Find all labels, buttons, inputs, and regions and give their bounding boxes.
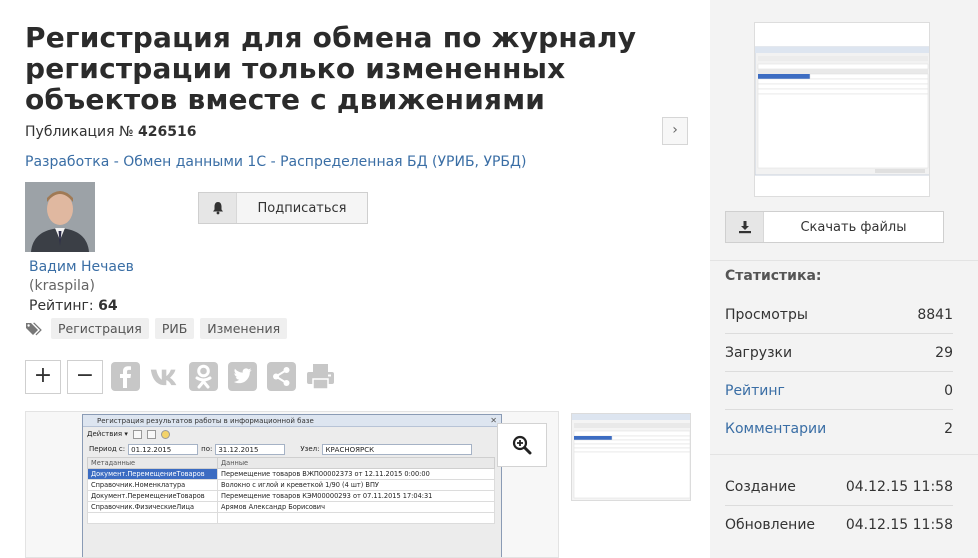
stat-rating: Рейтинг 0 bbox=[725, 372, 953, 410]
stat-rating-link[interactable]: Рейтинг bbox=[725, 383, 785, 399]
screenshot-tool-icon bbox=[132, 429, 142, 439]
stats-divider bbox=[710, 454, 978, 455]
subscribe-button[interactable]: Подписаться bbox=[198, 192, 368, 224]
zoom-in-button[interactable]: + bbox=[25, 360, 61, 394]
magnify-plus-icon bbox=[512, 435, 532, 455]
table-cell: Арямов Александр Борисович bbox=[217, 501, 495, 513]
screenshot-table-header: Метаданные Данные bbox=[87, 457, 495, 469]
table-cell bbox=[87, 512, 218, 524]
stat-comments: Комментарии 2 bbox=[725, 410, 953, 448]
author-rating: Рейтинг: 64 bbox=[29, 298, 118, 314]
screenshot-title: Регистрация результатов работы в информа… bbox=[97, 416, 314, 425]
screenshot-filters: Период с: 01.12.2015 по: 31.12.2015 Узел… bbox=[83, 441, 501, 457]
table-cell: Справочник.Номенклатура bbox=[87, 479, 218, 491]
subscribe-label: Подписаться bbox=[257, 200, 347, 216]
stat-label: Создание bbox=[725, 478, 796, 495]
table-cell: Документ.ПеремещениеТоваров bbox=[87, 490, 218, 502]
page-title: Регистрация для обмена по журналу регист… bbox=[25, 21, 637, 116]
stat-label: Просмотры bbox=[725, 306, 808, 323]
table-row: Документ.ПеремещениеТоваров Перемещение … bbox=[87, 490, 495, 502]
stat-label: Загрузки bbox=[725, 344, 793, 361]
stat-downloads: Загрузки 29 bbox=[725, 334, 953, 372]
download-label: Скачать файлы bbox=[800, 219, 907, 235]
publication-number-value: 426516 bbox=[138, 124, 197, 140]
cover-thumbnail[interactable] bbox=[754, 22, 930, 197]
breadcrumb[interactable]: Разработка - Обмен данными 1С - Распреде… bbox=[25, 154, 526, 170]
stat-value: 0 bbox=[944, 382, 953, 399]
table-row: Документ.ПеремещениеТоваров Перемещение … bbox=[87, 468, 495, 480]
author-name[interactable]: Вадим Нечаев bbox=[29, 259, 134, 275]
stat-views: Просмотры 8841 bbox=[725, 296, 953, 334]
download-icon bbox=[726, 212, 764, 242]
main-content: Регистрация для обмена по журналу регист… bbox=[0, 0, 710, 558]
download-files-button[interactable]: Скачать файлы bbox=[725, 211, 944, 243]
screenshot-thumbnail[interactable] bbox=[571, 413, 691, 501]
share-icon[interactable] bbox=[266, 360, 297, 392]
screenshot-col-data: Данные bbox=[217, 457, 495, 469]
stat-label: Обновление bbox=[725, 517, 816, 533]
cover-preview-image bbox=[755, 23, 929, 196]
author-rating-label: Рейтинг: bbox=[29, 298, 94, 314]
thumbnail-preview-image bbox=[572, 414, 690, 500]
tag-item[interactable]: РИБ bbox=[154, 318, 195, 339]
stats-divider bbox=[710, 260, 978, 261]
table-cell: Перемещение товаров ВЖП00002373 от 12.11… bbox=[217, 468, 495, 480]
screenshot-tool-icon bbox=[146, 429, 156, 439]
screenshot-node-value: КРАСНОЯРСК bbox=[322, 443, 473, 455]
avatar[interactable] bbox=[25, 182, 95, 252]
author-login: (kraspila) bbox=[29, 278, 95, 294]
screenshot-period-to-label: по: bbox=[201, 445, 213, 453]
print-icon[interactable] bbox=[305, 360, 336, 392]
stat-value: 04.12.15 11:58 bbox=[845, 478, 953, 495]
next-arrow-button[interactable]: › bbox=[662, 117, 688, 145]
table-cell: Справочник.ФизическиеЛица bbox=[87, 501, 218, 513]
screenshot-table: Метаданные Данные Документ.ПеремещениеТо… bbox=[87, 457, 495, 524]
vk-icon[interactable] bbox=[149, 360, 180, 392]
screenshot-col-meta: Метаданные bbox=[87, 457, 218, 469]
screenshot-viewer[interactable]: Регистрация результатов работы в информа… bbox=[25, 411, 559, 558]
tag-item[interactable]: Регистрация bbox=[51, 318, 149, 339]
tag-item[interactable]: Изменения bbox=[200, 318, 288, 339]
table-cell: Документ.ПеремещениеТоваров bbox=[87, 468, 218, 480]
stat-comments-link[interactable]: Комментарии bbox=[725, 421, 826, 437]
stat-created: Создание 04.12.15 11:58 bbox=[725, 468, 953, 506]
stat-updated: Обновление 04.12.15 11:58 bbox=[725, 506, 953, 544]
tag-list: Регистрация РИБ Изменения bbox=[25, 318, 288, 339]
twitter-icon[interactable] bbox=[227, 360, 258, 392]
table-cell: Перемещение товаров КЭМ00000293 от 07.11… bbox=[217, 490, 495, 502]
stat-value: 04.12.15 11:58 bbox=[845, 517, 953, 533]
stat-value: 2 bbox=[944, 421, 953, 437]
screenshot-help-icon bbox=[160, 429, 170, 439]
publication-label: Публикация № bbox=[25, 124, 134, 140]
screenshot-period-label: Период с: bbox=[89, 445, 126, 453]
screenshot-node-label: Узел: bbox=[300, 445, 320, 453]
zoom-out-button[interactable]: − bbox=[67, 360, 103, 394]
screenshot-close-icon: ✕ bbox=[490, 416, 497, 425]
sidebar: Скачать файлы Статистика: Просмотры 8841… bbox=[710, 0, 978, 558]
screenshot-window: Регистрация результатов работы в информа… bbox=[82, 414, 502, 557]
screenshot-actions-menu: Действия ▾ bbox=[87, 430, 128, 438]
screenshot-toolbar: Действия ▾ bbox=[83, 427, 501, 441]
screenshot-titlebar: Регистрация результатов работы в информа… bbox=[83, 415, 501, 427]
publication-number: Публикация № 426516 bbox=[25, 124, 197, 140]
table-row: Справочник.Номенклатура Волокно с иглой … bbox=[87, 479, 495, 491]
avatar-photo bbox=[25, 182, 95, 252]
tags-icon bbox=[26, 322, 42, 335]
odnoklassniki-icon[interactable] bbox=[188, 360, 219, 392]
share-bar bbox=[110, 360, 336, 392]
bell-icon bbox=[199, 193, 237, 223]
screenshot-period-to: 31.12.2015 bbox=[215, 443, 286, 455]
table-row: Справочник.ФизическиеЛица Арямов Алексан… bbox=[87, 501, 495, 513]
stat-value: 29 bbox=[935, 344, 953, 361]
facebook-icon[interactable] bbox=[110, 360, 141, 392]
screenshot-period-from: 01.12.2015 bbox=[128, 443, 199, 455]
stats-title: Статистика: bbox=[725, 268, 822, 284]
table-cell: Волокно с иглой и креветкой 1/90 (4 шт) … bbox=[217, 479, 495, 491]
table-cell bbox=[217, 512, 495, 524]
magnify-button[interactable] bbox=[497, 423, 547, 467]
stat-value: 8841 bbox=[917, 306, 953, 323]
table-row bbox=[87, 512, 495, 524]
author-rating-value: 64 bbox=[98, 298, 118, 314]
